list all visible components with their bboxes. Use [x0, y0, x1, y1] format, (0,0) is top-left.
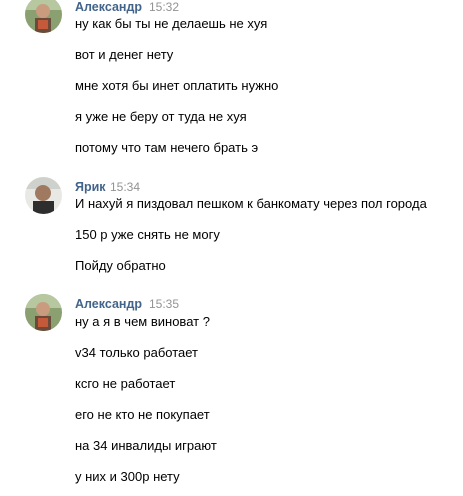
- message-text: ну как бы ты не делаешь не хуя: [75, 16, 268, 31]
- message-text: v34 только работает: [75, 345, 198, 360]
- message-text: мне хотя бы инет оплатить нужно: [75, 78, 279, 93]
- message-text: И нахуй я пиздовал пешком к банкомату че…: [75, 196, 427, 211]
- message-time[interactable]: 15:32: [149, 0, 179, 14]
- message-text: потому что там нечего брать э: [75, 140, 259, 155]
- avatar-aleksandr[interactable]: [25, 0, 62, 33]
- message-text: ксго не работает: [75, 376, 176, 391]
- message-text: я уже не беру от туда не хуя: [75, 109, 247, 124]
- author-name[interactable]: Ярик: [75, 180, 106, 194]
- message-text: на 34 инвалиды играют: [75, 438, 217, 453]
- message-text: ну а я в чем виноват ?: [75, 314, 210, 329]
- message-text: Пойду обратно: [75, 258, 166, 273]
- message-text: 150 р уже снять не могу: [75, 227, 220, 242]
- author-name[interactable]: Александр: [75, 0, 142, 14]
- author-name[interactable]: Александр: [75, 297, 142, 311]
- message-time[interactable]: 15:34: [110, 180, 140, 194]
- message-text: у них и 300р нету: [75, 469, 180, 484]
- message-time[interactable]: 15:35: [149, 297, 179, 311]
- avatar-aleksandr[interactable]: [25, 294, 62, 331]
- message-text: вот и денег нету: [75, 47, 174, 62]
- message-text: его не кто не покупает: [75, 407, 210, 422]
- avatar-yarik[interactable]: [25, 177, 62, 214]
